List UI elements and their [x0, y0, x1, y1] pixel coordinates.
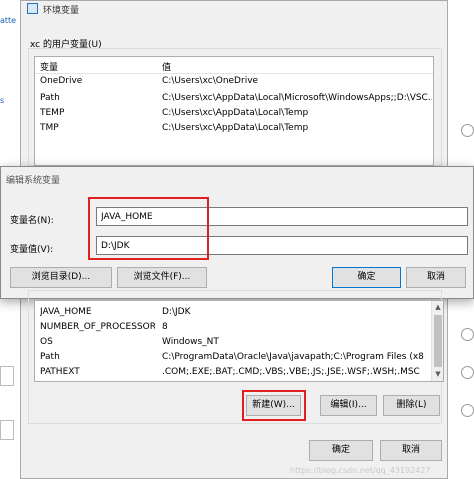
background-text: atte: [0, 16, 17, 25]
scroll-down-arrow-icon[interactable]: ▼: [433, 369, 443, 379]
vertical-scrollbar[interactable]: ▲ ▼: [431, 301, 443, 381]
var-value: C:\Users\xc\AppData\Local\Temp: [162, 123, 309, 133]
button-label: 确定: [357, 272, 376, 282]
var-value-label: 变量值(V):: [10, 245, 54, 255]
background-block: [0, 420, 14, 440]
table-row[interactable]: TMP C:\Users\xc\AppData\Local\Temp: [35, 121, 433, 136]
var-name-label: 变量名(N):: [10, 216, 54, 226]
var-value: .COM;.EXE;.BAT;.CMD;.VBS;.VBE;.JS;.JSE;.…: [162, 367, 420, 377]
var-value: C:\ProgramData\Oracle\Java\javapath;C:\P…: [162, 352, 424, 362]
var-name: JAVA_HOME: [40, 307, 92, 317]
var-value: C:\Users\xc\OneDrive: [162, 76, 259, 86]
edit-cancel-button[interactable]: 取消: [406, 267, 466, 288]
window-icon: [27, 3, 38, 14]
highlight-box: [242, 390, 306, 421]
window-title: 环境变量: [43, 6, 80, 16]
user-vars-list[interactable]: 变量 值 OneDrive C:\Users\xc\OneDrive Path …: [34, 56, 434, 166]
table-row[interactable]: OS Windows_NT: [35, 335, 443, 350]
browse-file-button[interactable]: 浏览文件(F)...: [117, 267, 207, 288]
browse-directory-button[interactable]: 浏览目录(D)...: [10, 267, 112, 288]
table-row[interactable]: OneDrive C:\Users\xc\OneDrive: [35, 74, 433, 89]
button-label: 取消: [426, 272, 445, 282]
button-label: 编辑(I)...: [330, 400, 367, 410]
delete-variable-button[interactable]: 删除(L): [383, 395, 440, 416]
env-ok-button[interactable]: 确定: [309, 440, 373, 461]
var-value: 8: [162, 322, 168, 332]
radio-ring: [461, 328, 474, 341]
table-row[interactable]: Path C:\Users\xc\AppData\Local\Microsoft…: [35, 91, 433, 106]
list-header: 变量 值: [35, 57, 433, 74]
scroll-thumb[interactable]: [434, 315, 442, 367]
button-label: 浏览文件(F)...: [133, 272, 191, 282]
var-name: OS: [40, 337, 53, 347]
table-row[interactable]: NUMBER_OF_PROCESSORS 8: [35, 320, 443, 335]
button-label: 删除(L): [396, 400, 427, 410]
highlight-box: [88, 197, 209, 260]
background-text-2: s: [0, 96, 5, 105]
var-name: TMP: [40, 123, 59, 133]
background-block: [0, 366, 14, 386]
var-value: D:\JDK: [162, 307, 191, 317]
system-vars-list[interactable]: JAVA_HOME D:\JDK NUMBER_OF_PROCESSORS 8 …: [34, 300, 444, 382]
button-label: 确定: [331, 445, 350, 455]
var-value: C:\Users\xc\AppData\Local\Temp: [162, 108, 309, 118]
table-row[interactable]: TEMP C:\Users\xc\AppData\Local\Temp: [35, 106, 433, 121]
var-name: TEMP: [40, 108, 65, 118]
dialog-title: 编辑系统变量: [6, 176, 61, 186]
var-value: Windows_NT: [162, 337, 219, 347]
table-row[interactable]: Path C:\ProgramData\Oracle\Java\javapath…: [35, 350, 443, 365]
var-name: Path: [40, 352, 60, 362]
radio-ring: [461, 366, 474, 379]
var-name: Path: [40, 93, 60, 103]
watermark: https://blog.csdn.net/qq_43192427: [290, 466, 431, 475]
edit-variable-button[interactable]: 编辑(I)...: [320, 395, 377, 416]
var-name: PATHEXT: [40, 367, 80, 377]
var-name: NUMBER_OF_PROCESSORS: [40, 322, 155, 332]
table-row[interactable]: PATHEXT .COM;.EXE;.BAT;.CMD;.VBS;.VBE;.J…: [35, 365, 443, 380]
table-row[interactable]: JAVA_HOME D:\JDK: [35, 305, 443, 320]
col-header-value[interactable]: 值: [162, 60, 432, 73]
button-label: 浏览目录(D)...: [31, 272, 91, 282]
radio-ring: [461, 124, 474, 137]
button-label: 取消: [401, 445, 420, 455]
edit-ok-button[interactable]: 确定: [332, 267, 401, 288]
col-header-variable[interactable]: 变量: [40, 60, 155, 73]
edit-system-var-dialog: 编辑系统变量 变量名(N): 变量值(V): 浏览目录(D)... 浏览文件(F…: [0, 166, 474, 299]
env-cancel-button[interactable]: 取消: [380, 440, 442, 461]
var-name: OneDrive: [40, 76, 83, 86]
radio-ring: [461, 404, 474, 417]
scroll-up-arrow-icon[interactable]: ▲: [433, 302, 443, 312]
var-value: C:\Users\xc\AppData\Local\Microsoft\Wind…: [162, 93, 432, 103]
